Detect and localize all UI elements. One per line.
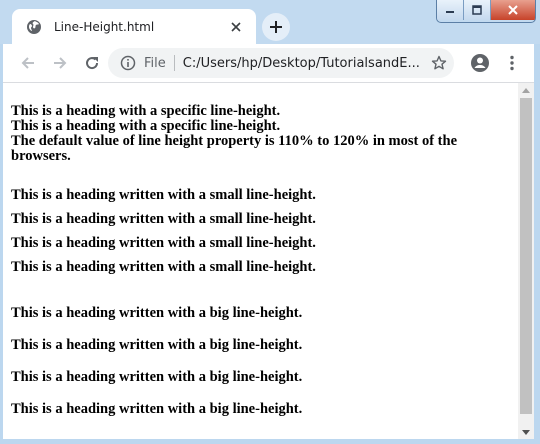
window-border-right [534,44,540,444]
heading-big-1: This is a heading written with a big lin… [11,305,303,321]
back-button[interactable] [16,51,40,75]
triangle-up-icon [522,87,530,93]
heading-specific-2: This is a heading with a specific line-h… [11,118,281,134]
close-icon [508,5,518,15]
heading-small-4: This is a heading written with a small l… [11,259,316,275]
scrollbar-thumb[interactable] [520,98,532,414]
window-border-left [0,44,3,444]
reload-icon [86,57,99,70]
reload-button[interactable] [80,51,104,75]
heading-big-3: This is a heading written with a big lin… [11,369,303,385]
minimize-button[interactable] [437,0,464,20]
address-bar[interactable]: File C:/Users/hp/Desktop/TutorialsandE..… [108,48,454,78]
browser-tab[interactable]: Line-Height.html [12,9,256,44]
browser-menu-button[interactable] [500,51,524,75]
heading-small-1: This is a heading written with a small l… [11,187,316,203]
close-window-button[interactable] [491,0,535,20]
scroll-up-button[interactable] [518,83,534,97]
more-vertical-icon [510,55,514,71]
maximize-button[interactable] [464,0,491,20]
arrow-left-icon [21,57,34,69]
small-line-height-section: This is a heading written with a small l… [11,183,510,279]
window-border-bottom [0,439,540,444]
address-scheme-label: File [144,55,166,71]
browser-title-bar: Line-Height.html [0,0,540,44]
browser-toolbar: File C:/Users/hp/Desktop/TutorialsandE..… [0,44,540,83]
triangle-down-icon [522,429,530,435]
globe-icon [27,19,41,34]
maximize-icon [472,5,482,15]
arrow-right-icon [54,57,67,69]
new-tab-button[interactable] [262,13,290,41]
tab-close-icon[interactable] [228,19,244,35]
heading-small-2: This is a heading written with a small l… [11,211,316,227]
bookmark-button[interactable] [427,51,451,75]
heading-small-3: This is a heading written with a small l… [11,235,316,251]
account-icon [471,54,489,72]
heading-big-4: This is a heading written with a big lin… [11,401,303,417]
address-separator [173,55,175,71]
heading-specific-1: This is a heading with a specific line-h… [11,103,281,119]
tab-title: Line-Height.html [54,19,155,34]
scroll-down-button[interactable] [518,425,534,439]
page-viewport: This is a heading with a specific line-h… [3,83,518,439]
page-content: This is a heading with a specific line-h… [3,104,518,425]
window-controls [436,0,536,23]
address-url[interactable]: C:/Users/hp/Desktop/TutorialsandE... [183,56,420,71]
vertical-scrollbar[interactable] [518,83,534,439]
specific-line-height-section: This is a heading with a specific line-h… [11,104,510,164]
plus-icon [270,21,282,33]
info-icon[interactable] [120,55,136,71]
big-line-height-section: This is a heading written with a big lin… [11,297,510,425]
minimize-icon [446,11,454,13]
star-icon [431,55,447,70]
forward-button[interactable] [48,51,72,75]
profile-button[interactable] [468,51,492,75]
heading-specific-3: The default value of line height propert… [11,133,458,164]
heading-big-2: This is a heading written with a big lin… [11,337,303,353]
